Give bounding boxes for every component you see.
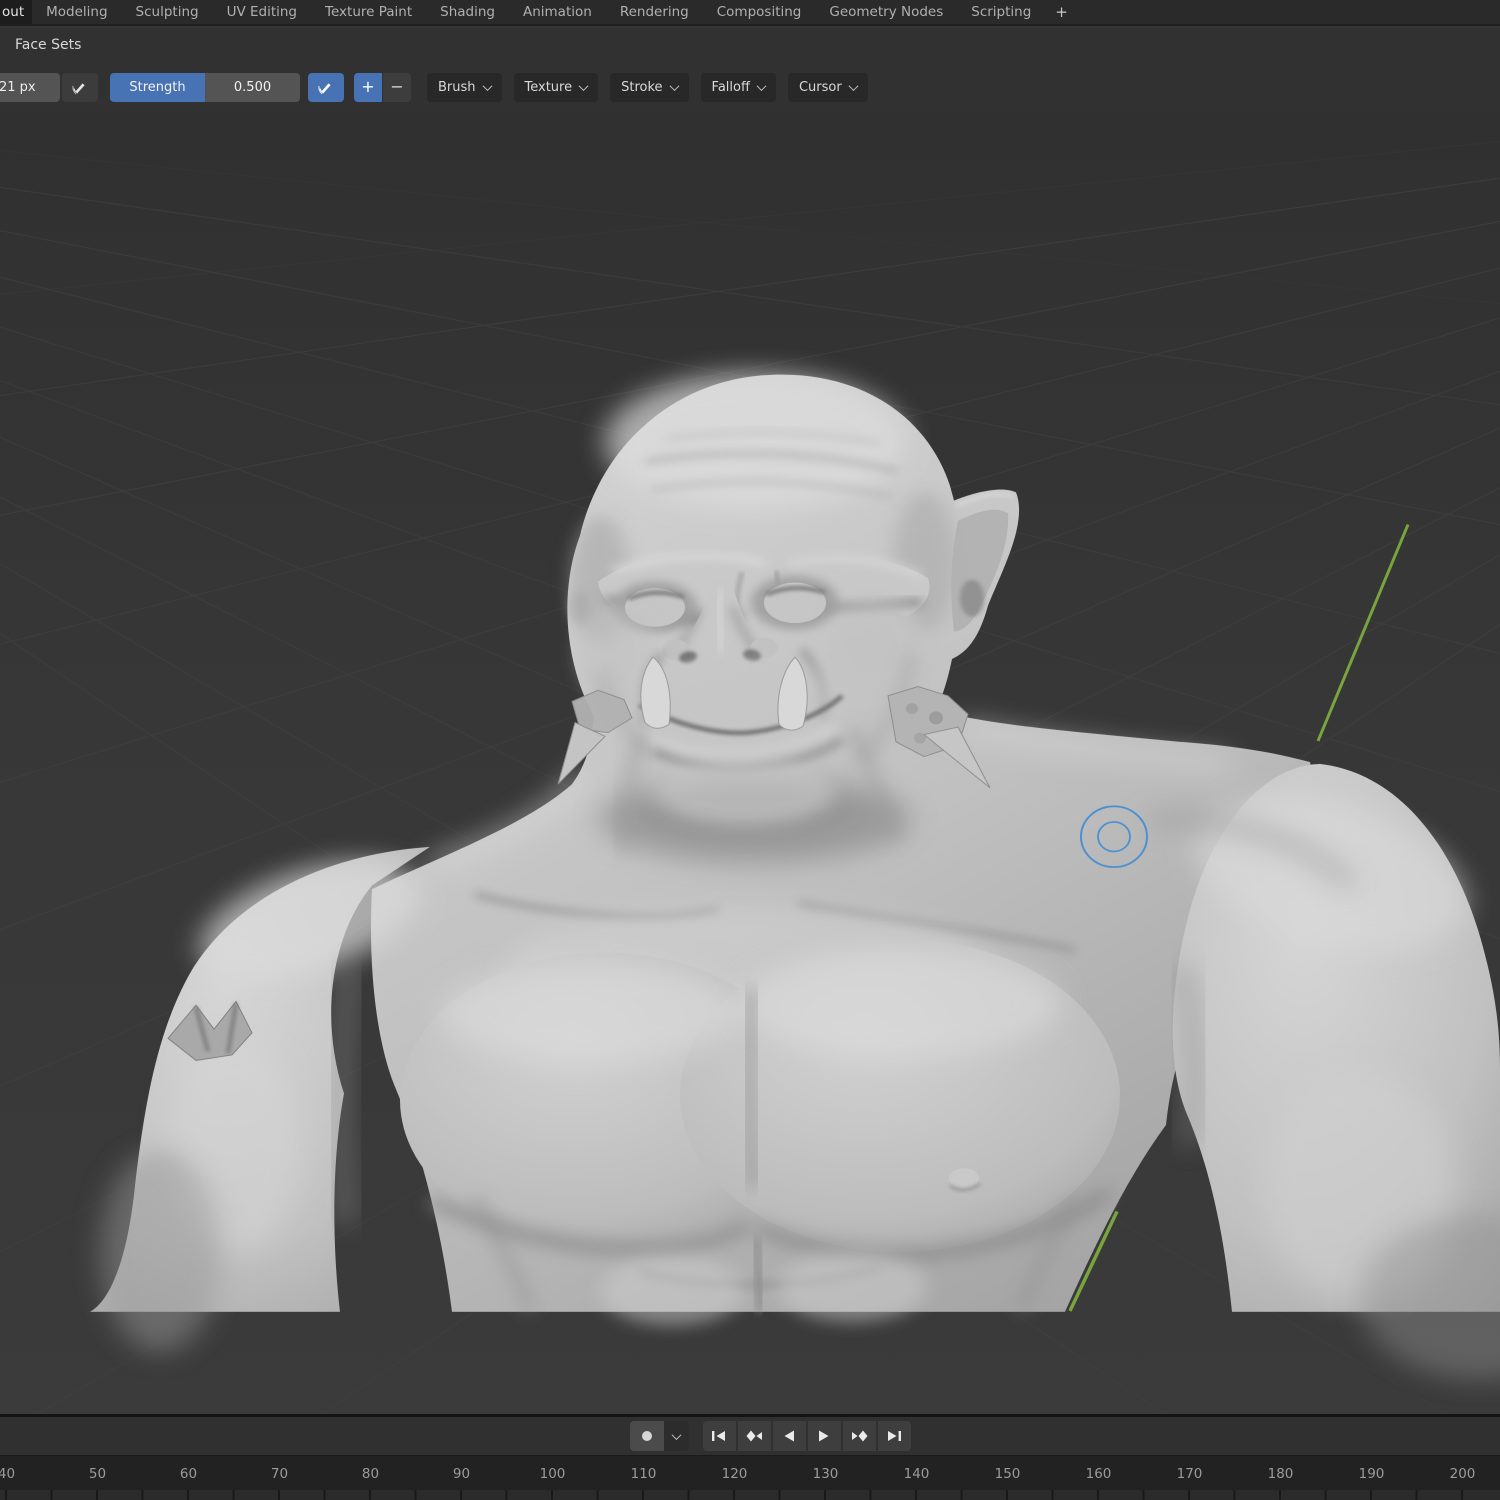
next-keyframe-button[interactable] xyxy=(843,1421,876,1451)
jump-to-start-button[interactable] xyxy=(703,1421,736,1451)
timeline-header xyxy=(0,1417,1500,1455)
frame-label[interactable]: 180 xyxy=(1235,1456,1326,1490)
frame-label[interactable]: 140 xyxy=(871,1456,962,1490)
auto-keying-options-button[interactable] xyxy=(664,1421,689,1451)
frame-label[interactable]: 120 xyxy=(689,1456,780,1490)
add-workspace-button[interactable]: + xyxy=(1045,0,1078,24)
frame-label[interactable]: 80 xyxy=(325,1456,416,1490)
next-keyframe-icon xyxy=(851,1430,868,1442)
workspace-tab[interactable]: UV Editing xyxy=(213,0,311,24)
y-axis-line xyxy=(1318,525,1408,741)
jump-to-end-icon xyxy=(886,1430,902,1442)
dropdown-button[interactable]: Cursor xyxy=(788,73,868,102)
dropdown-button[interactable]: Texture xyxy=(514,73,599,102)
auto-keying-record-button[interactable] xyxy=(630,1421,664,1451)
workspace-tab-bar: out Modeling Sculpting UV Editing Textur… xyxy=(0,0,1500,26)
workspace-tab[interactable]: Animation xyxy=(509,0,606,24)
brush-remove-button[interactable]: − xyxy=(383,73,411,102)
chevron-down-icon xyxy=(482,81,492,91)
stylus-pressure-icon xyxy=(72,79,88,95)
orc-sculpt xyxy=(90,373,1500,1381)
frame-label[interactable]: 170 xyxy=(1144,1456,1235,1490)
workspace-tab[interactable]: Scripting xyxy=(957,0,1045,24)
workspace-tab[interactable]: Texture Paint xyxy=(311,0,426,24)
frame-label[interactable]: 60 xyxy=(143,1456,234,1490)
record-icon xyxy=(641,1430,653,1442)
play-icon xyxy=(817,1430,831,1442)
workspace-tab[interactable]: Sculpting xyxy=(122,0,213,24)
jump-to-start-icon xyxy=(711,1430,727,1442)
chevron-down-icon xyxy=(669,81,679,91)
workspace-tab[interactable]: Rendering xyxy=(606,0,703,24)
active-tool-label: Face Sets xyxy=(15,37,81,53)
frame-label[interactable]: 90 xyxy=(416,1456,507,1490)
play-reverse-button[interactable] xyxy=(773,1421,806,1451)
3d-viewport[interactable] xyxy=(0,112,1500,1414)
chevron-down-icon xyxy=(579,81,589,91)
sculpt-scene xyxy=(0,112,1500,1414)
blender-window: out Modeling Sculpting UV Editing Textur… xyxy=(0,0,1500,1500)
tool-header-row: Face Sets xyxy=(0,28,1500,62)
radius-pressure-toggle[interactable] xyxy=(62,73,98,102)
strength-slider[interactable]: Strength 0.500 xyxy=(110,73,300,102)
frame-label[interactable]: 40 xyxy=(0,1456,52,1490)
dropdown-button[interactable]: Falloff xyxy=(701,73,776,102)
dropdown-button[interactable]: Stroke xyxy=(610,73,688,102)
workspace-tab[interactable]: out xyxy=(0,0,32,24)
previous-keyframe-icon xyxy=(746,1430,763,1442)
workspace-tab[interactable]: Compositing xyxy=(703,0,816,24)
frame-label[interactable]: 130 xyxy=(780,1456,871,1490)
play-reverse-icon xyxy=(782,1430,796,1442)
frame-label[interactable]: 110 xyxy=(598,1456,689,1490)
frame-label[interactable]: 160 xyxy=(1053,1456,1144,1490)
timeline-track[interactable] xyxy=(0,1490,1500,1500)
tool-settings-bar: 21 px Strength 0.500 + − xyxy=(0,62,1500,112)
frame-label[interactable]: 50 xyxy=(52,1456,143,1490)
workspace-tab[interactable]: Modeling xyxy=(32,0,121,24)
brush-radius-field[interactable]: 21 px xyxy=(0,73,60,102)
workspace-tab[interactable]: Geometry Nodes xyxy=(815,0,957,24)
workspace-tab[interactable]: Shading xyxy=(426,0,509,24)
brush-add-button[interactable]: + xyxy=(354,73,382,102)
chevron-down-icon xyxy=(671,1430,681,1440)
stylus-pressure-icon xyxy=(318,79,334,95)
strength-pressure-toggle[interactable] xyxy=(308,73,344,102)
chevron-down-icon xyxy=(848,81,858,91)
brush-radius-value: 21 px xyxy=(0,80,36,95)
dropdown-button[interactable]: Brush xyxy=(427,73,502,102)
frame-label[interactable]: 70 xyxy=(234,1456,325,1490)
strength-label: Strength xyxy=(110,73,205,102)
chevron-down-icon xyxy=(756,81,766,91)
strength-value: 0.500 xyxy=(205,73,300,102)
play-button[interactable] xyxy=(808,1421,841,1451)
frame-label[interactable]: 190 xyxy=(1326,1456,1417,1490)
frame-label[interactable]: 100 xyxy=(507,1456,598,1490)
timeline-ruler[interactable]: 40 50 60 70 80 90 100 110 120 130 140 xyxy=(0,1455,1500,1490)
jump-to-end-button[interactable] xyxy=(878,1421,911,1451)
frame-label[interactable]: 200 xyxy=(1417,1456,1500,1490)
frame-label[interactable]: 150 xyxy=(962,1456,1053,1490)
previous-keyframe-button[interactable] xyxy=(738,1421,771,1451)
